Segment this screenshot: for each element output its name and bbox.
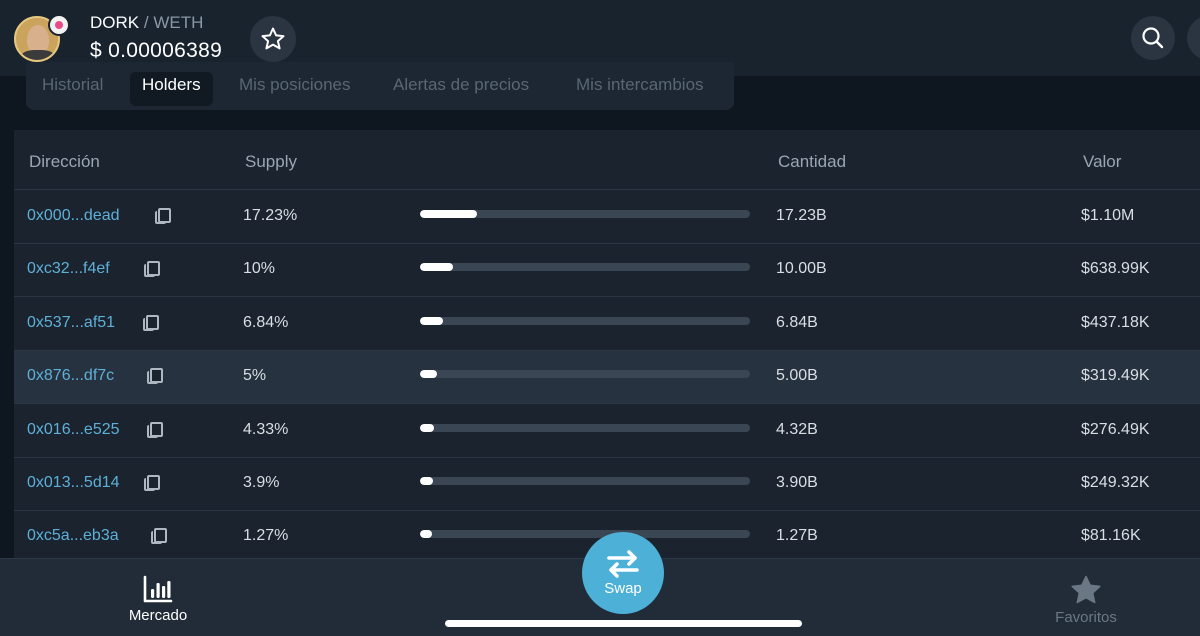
- swap-arrows-icon: [607, 550, 639, 578]
- token-price: $ 0.00006389: [90, 39, 223, 62]
- holder-address-link[interactable]: 0x876...df7c: [27, 367, 114, 385]
- supply-percent: 3.9%: [243, 474, 280, 491]
- tab-alertas-de-precios[interactable]: Alertas de precios: [381, 72, 541, 106]
- copy-icon[interactable]: [147, 368, 163, 385]
- home-indicator: [445, 620, 802, 627]
- chain-badge-icon: [48, 14, 70, 36]
- tab-mis-intercambios[interactable]: Mis intercambios: [564, 72, 716, 106]
- holder-address-link[interactable]: 0x013...5d14: [27, 474, 120, 492]
- supply-bar: [420, 210, 750, 218]
- supply-bar-fill: [420, 316, 443, 325]
- holder-amount: 5.00B: [776, 367, 818, 385]
- holder-value: $319.49K: [1081, 367, 1150, 385]
- supply-bar: [420, 530, 750, 539]
- tab-bar: Historial Holders Mis posiciones Alertas…: [26, 62, 734, 110]
- copy-icon[interactable]: [151, 528, 167, 545]
- nav-favorites[interactable]: Favoritos: [1006, 575, 1166, 626]
- supply-bar-fill: [420, 423, 434, 432]
- supply-bar-fill: [420, 370, 437, 379]
- header-supply[interactable]: Supply: [245, 152, 297, 172]
- table-row[interactable]: 0x016...e525 4.33% 4.32B $276.49K: [14, 405, 1200, 458]
- holder-amount: 17.23B: [776, 207, 827, 224]
- nav-favorites-label: Favoritos: [1055, 609, 1117, 626]
- supply-bar-fill: [420, 263, 453, 272]
- holder-value: $249.32K: [1081, 474, 1150, 491]
- copy-icon[interactable]: [143, 314, 159, 331]
- copy-icon[interactable]: [144, 261, 160, 278]
- nav-market-label: Mercado: [128, 607, 188, 624]
- supply-bar-fill: [420, 210, 477, 218]
- table-row[interactable]: 0x013...5d14 3.9% 3.90B $249.32K: [14, 458, 1200, 511]
- token-pair: DORK / WETH: [90, 13, 203, 33]
- swap-button[interactable]: Swap: [582, 532, 664, 614]
- supply-percent: 6.84%: [243, 313, 289, 331]
- holder-amount: 6.84B: [776, 313, 818, 331]
- favorite-button[interactable]: [250, 16, 296, 62]
- supply-percent: 5%: [243, 367, 267, 385]
- star-outline-icon: [261, 27, 285, 50]
- supply-percent: 4.33%: [243, 420, 289, 438]
- swap-label: Swap: [604, 580, 642, 597]
- holder-address-link[interactable]: 0x000...dead: [27, 207, 120, 225]
- avatar-shirt: [21, 50, 55, 60]
- nav-market[interactable]: Mercado: [78, 575, 238, 624]
- pair-separator: /: [143, 13, 149, 32]
- bar-chart-icon: [143, 575, 173, 603]
- holder-value: $1.10M: [1081, 207, 1135, 224]
- supply-bar: [420, 423, 750, 432]
- header-value[interactable]: Valor: [1083, 152, 1121, 172]
- search-icon: [1142, 27, 1164, 49]
- supply-bar: [420, 263, 750, 272]
- base-symbol: DORK: [90, 13, 140, 32]
- supply-bar-fill: [420, 530, 432, 539]
- supply-percent: 1.27%: [243, 527, 289, 545]
- tab-holders[interactable]: Holders: [130, 72, 213, 106]
- search-button[interactable]: [1131, 16, 1175, 60]
- supply-bar: [420, 316, 750, 325]
- supply-bar: [420, 370, 750, 379]
- table-row[interactable]: 0x000...dead 17.23% 17.23B $1.10M: [14, 191, 1200, 244]
- holder-value: $81.16K: [1081, 527, 1141, 545]
- copy-icon[interactable]: [155, 208, 171, 224]
- holder-value: $437.18K: [1081, 313, 1150, 331]
- supply-bar-fill: [420, 477, 433, 485]
- tab-historial[interactable]: Historial: [30, 72, 115, 106]
- holder-amount: 4.32B: [776, 420, 818, 438]
- holder-amount: 10.00B: [776, 260, 827, 278]
- holder-value: $638.99K: [1081, 260, 1150, 278]
- holder-address-link[interactable]: 0xc32...f4ef: [27, 260, 110, 278]
- table-row[interactable]: 0xc32...f4ef 10% 10.00B $638.99K: [14, 244, 1200, 298]
- supply-percent: 17.23%: [243, 207, 298, 224]
- supply-bar: [420, 477, 750, 485]
- holder-address-link[interactable]: 0x016...e525: [27, 421, 120, 439]
- table-row[interactable]: 0x876...df7c 5% 5.00B $319.49K: [14, 351, 1200, 405]
- star-filled-icon: [1071, 575, 1101, 604]
- copy-icon[interactable]: [144, 475, 160, 491]
- more-button[interactable]: [1187, 16, 1200, 60]
- copy-icon[interactable]: [147, 421, 163, 438]
- holder-address-link[interactable]: 0x537...af51: [27, 314, 115, 332]
- holder-address-link[interactable]: 0xc5a...eb3a: [27, 527, 119, 545]
- holder-amount: 3.90B: [776, 474, 818, 491]
- quote-symbol: WETH: [153, 13, 204, 32]
- header-address: Dirección: [29, 152, 100, 171]
- holder-amount: 1.27B: [776, 527, 818, 545]
- supply-percent: 10%: [243, 260, 276, 278]
- holders-table: Dirección Supply Cantidad Valor 0x000...…: [14, 130, 1200, 558]
- table-row[interactable]: 0x537...af51 6.84% 6.84B $437.18K: [14, 298, 1200, 351]
- tab-mis-posiciones[interactable]: Mis posiciones: [227, 72, 363, 106]
- table-header: Dirección Supply Cantidad Valor: [14, 130, 1200, 190]
- header-amount[interactable]: Cantidad: [778, 152, 846, 172]
- holder-value: $276.49K: [1081, 420, 1150, 438]
